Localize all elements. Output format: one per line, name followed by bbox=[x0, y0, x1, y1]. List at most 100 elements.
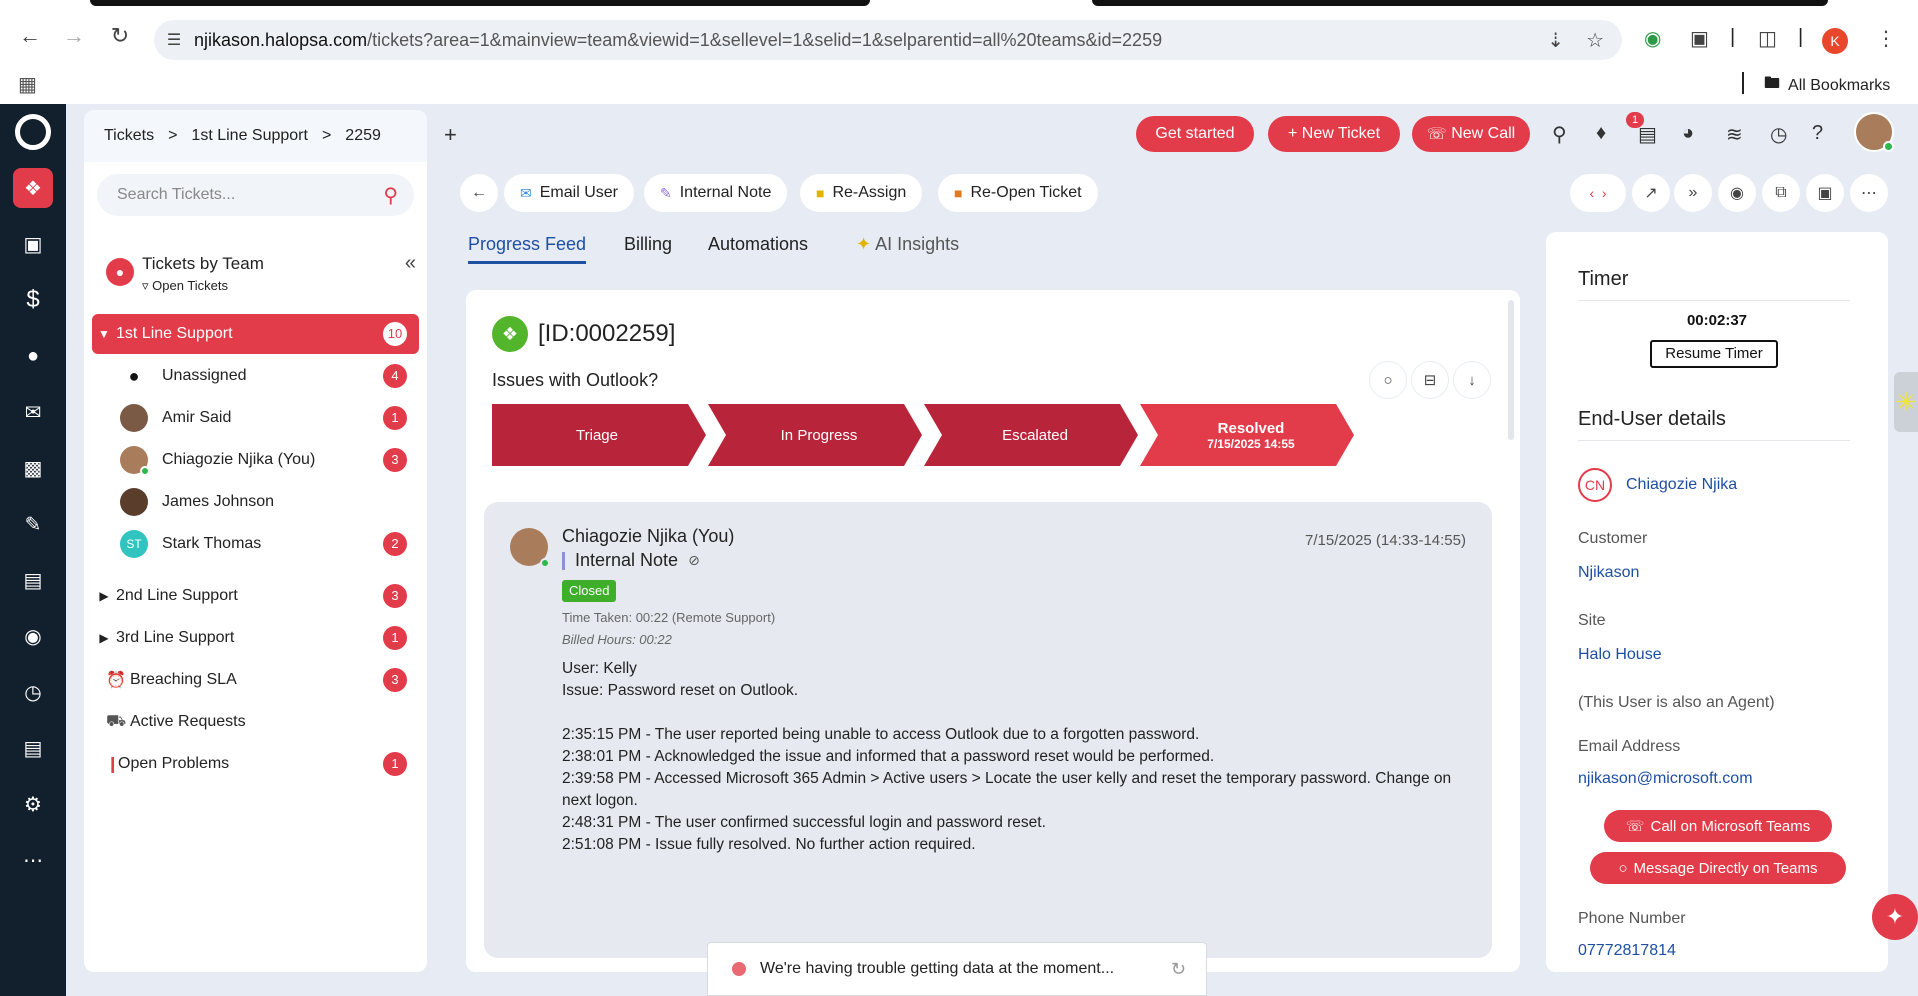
get-started-button[interactable]: Get started bbox=[1136, 116, 1254, 152]
menu-kebab-icon[interactable]: ⋮ bbox=[1876, 26, 1896, 51]
reopen-ticket-button[interactable]: ■ Re-Open Ticket bbox=[938, 174, 1098, 212]
puzzle-icon[interactable]: ▣ bbox=[1690, 26, 1709, 51]
tab-billing[interactable]: Billing bbox=[624, 234, 672, 261]
watch-eye-icon[interactable]: ◉ bbox=[1718, 174, 1756, 212]
view-filter[interactable]: ▿ Open Tickets bbox=[142, 278, 228, 294]
new-call-button[interactable]: ☏ New Call bbox=[1412, 116, 1530, 152]
all-bookmarks-button[interactable]: 🖿 All Bookmarks bbox=[1764, 72, 1890, 99]
bell-icon[interactable]: ♦ bbox=[1596, 122, 1606, 145]
breaching-sla-row[interactable]: ⏰ Breaching SLA 3 bbox=[106, 660, 419, 700]
more-options-icon[interactable]: ⋯ bbox=[1850, 174, 1888, 212]
documents-nav-icon[interactable]: ▤ bbox=[13, 560, 53, 600]
agent-row-stark[interactable]: ST Stark Thomas 2 bbox=[120, 524, 419, 564]
user-avatar[interactable] bbox=[1854, 112, 1894, 152]
config-gear-icon[interactable]: ⚙ bbox=[13, 784, 53, 824]
caret-down-icon[interactable]: ▼ bbox=[92, 327, 116, 341]
open-external-icon[interactable]: ↗ bbox=[1632, 174, 1670, 212]
stage-resolved[interactable]: Resolved 7/15/2025 14:55 bbox=[1146, 404, 1356, 466]
caret-right-icon[interactable]: ▶ bbox=[92, 589, 116, 603]
caret-right-icon[interactable]: ▶ bbox=[92, 631, 116, 645]
toast-message: We're having trouble getting data at the… bbox=[760, 960, 1115, 977]
clock-icon[interactable]: ◷ bbox=[1770, 122, 1787, 147]
site-link[interactable]: Halo House bbox=[1578, 646, 1662, 664]
search-icon[interactable]: ⚲ bbox=[1552, 122, 1567, 147]
tab-search-icon[interactable]: ◫ bbox=[1758, 26, 1777, 51]
prev-next-ticket[interactable]: ‹ › bbox=[1570, 174, 1626, 212]
stage-triage[interactable]: Triage bbox=[492, 404, 702, 466]
comment-icon[interactable]: ○ bbox=[1370, 362, 1406, 398]
address-bar[interactable]: ☰ njikason.halopsa.com/tickets?area=1&ma… bbox=[154, 20, 1622, 60]
forward-icon[interactable]: → bbox=[60, 22, 88, 50]
scrollbar[interactable] bbox=[1508, 300, 1514, 440]
open-problems-row[interactable]: ❙ Open Problems 1 bbox=[106, 744, 419, 784]
back-arrow-button[interactable]: ← bbox=[460, 174, 498, 212]
site-info-icon[interactable]: ☰ bbox=[154, 30, 194, 50]
halo-logo[interactable] bbox=[15, 114, 51, 150]
tab-automations[interactable]: Automations bbox=[708, 234, 808, 261]
agent-row-amir[interactable]: Amir Said 1 bbox=[120, 398, 419, 438]
resume-timer-button[interactable]: Resume Timer bbox=[1650, 340, 1778, 368]
stage-in-progress[interactable]: In Progress bbox=[714, 404, 924, 466]
tab-ai-insights[interactable]: ✦ AI Insights bbox=[856, 234, 959, 261]
end-user-name-link[interactable]: Chiagozie Njika bbox=[1626, 476, 1737, 494]
reports-nav-icon[interactable]: ▤ bbox=[13, 728, 53, 768]
more-dots-icon[interactable]: ⋯ bbox=[13, 840, 53, 880]
reassign-button[interactable]: ■ Re-Assign bbox=[800, 174, 923, 212]
back-icon[interactable]: ← bbox=[16, 22, 44, 50]
collapse-sidebar-icon[interactable]: « bbox=[405, 252, 416, 275]
active-requests-row[interactable]: ⛟ Active Requests bbox=[106, 702, 419, 742]
finance-bag-icon[interactable]: ◉ bbox=[13, 616, 53, 656]
search-icon[interactable]: ⚲ bbox=[383, 183, 398, 208]
agent-row-james[interactable]: James Johnson bbox=[120, 482, 419, 522]
ai-assistant-fab-icon[interactable]: ✦ bbox=[1872, 894, 1918, 940]
phone-link[interactable]: 07772817814 bbox=[1578, 942, 1676, 960]
team-row-3rd-line[interactable]: ▶ 3rd Line Support 1 bbox=[92, 618, 419, 658]
forward-double-icon[interactable]: » bbox=[1674, 174, 1712, 212]
email-user-button[interactable]: ✉ Email User bbox=[504, 174, 634, 212]
hidden-eye-icon[interactable]: ⊘ bbox=[688, 552, 700, 569]
share-icon[interactable]: ⧉ bbox=[1762, 174, 1800, 212]
email-link[interactable]: njikason@microsoft.com bbox=[1578, 770, 1753, 788]
call-teams-button[interactable]: ☏ Call on Microsoft Teams bbox=[1604, 810, 1832, 842]
apps-grid-icon[interactable]: ▦ bbox=[18, 72, 37, 97]
stage-label: Resolved bbox=[1217, 419, 1285, 437]
stage-escalated[interactable]: Escalated bbox=[930, 404, 1140, 466]
collapse-box-icon[interactable]: ⊟ bbox=[1412, 362, 1448, 398]
sparkle-side-tab-icon[interactable]: ✳ bbox=[1894, 372, 1918, 432]
briefcase-nav-icon[interactable]: ▣ bbox=[13, 224, 53, 264]
download-arrow-icon[interactable]: ↓ bbox=[1454, 362, 1490, 398]
reload-icon[interactable]: ↻ bbox=[106, 22, 134, 50]
search-tickets-input[interactable]: Search Tickets... ⚲ bbox=[97, 174, 414, 216]
extension-icon[interactable]: ◉ bbox=[1644, 26, 1661, 51]
breadcrumb-tickets[interactable]: Tickets bbox=[104, 127, 154, 145]
clipboard-icon[interactable]: ▤ bbox=[1638, 122, 1657, 147]
view-title[interactable]: Tickets by Team bbox=[142, 254, 264, 274]
help-icon[interactable]: ? bbox=[1812, 122, 1823, 145]
profile-avatar[interactable]: K bbox=[1822, 28, 1848, 54]
rss-icon[interactable]: ≋ bbox=[1726, 122, 1743, 147]
agent-row-unassigned[interactable]: ● Unassigned 4 bbox=[120, 356, 419, 396]
toolbox-icon[interactable]: ▣ bbox=[1806, 174, 1844, 212]
tickets-nav-icon[interactable]: ❖ bbox=[13, 168, 53, 208]
assets-nav-icon[interactable]: ▩ bbox=[13, 448, 53, 488]
customer-link[interactable]: Njikason bbox=[1578, 564, 1639, 582]
install-icon[interactable]: ⇣ bbox=[1547, 28, 1564, 53]
edit-nav-icon[interactable]: ✎ bbox=[13, 504, 53, 544]
message-teams-button[interactable]: ○ Message Directly on Teams bbox=[1590, 852, 1846, 884]
billing-dollar-icon[interactable]: $ bbox=[13, 280, 53, 320]
timesheet-clock-icon[interactable]: ◷ bbox=[13, 672, 53, 712]
breadcrumb-team[interactable]: 1st Line Support bbox=[191, 127, 308, 145]
tab-progress-feed[interactable]: Progress Feed bbox=[468, 234, 587, 264]
team-row-2nd-line[interactable]: ▶ 2nd Line Support 3 bbox=[92, 576, 419, 616]
users-nav-icon[interactable]: ● bbox=[13, 336, 53, 376]
team-row-1st-line[interactable]: ▼ 1st Line Support 10 bbox=[92, 314, 419, 354]
internal-note-button[interactable]: ✎ Internal Note bbox=[644, 174, 788, 212]
bookmark-star-icon[interactable]: ☆ bbox=[1586, 28, 1604, 53]
campaigns-nav-icon[interactable]: ✉ bbox=[13, 392, 53, 432]
status-pipeline: Triage In Progress Escalated Resolved 7/… bbox=[492, 404, 1362, 466]
new-ticket-button[interactable]: + New Ticket bbox=[1268, 116, 1400, 152]
new-tab-plus-icon[interactable]: + bbox=[444, 122, 457, 148]
dashboard-icon[interactable]: ◕ bbox=[1682, 122, 1694, 145]
agent-row-chiagozie[interactable]: Chiagozie Njika (You) 3 bbox=[120, 440, 419, 480]
ai-insights-label: AI Insights bbox=[875, 234, 960, 254]
